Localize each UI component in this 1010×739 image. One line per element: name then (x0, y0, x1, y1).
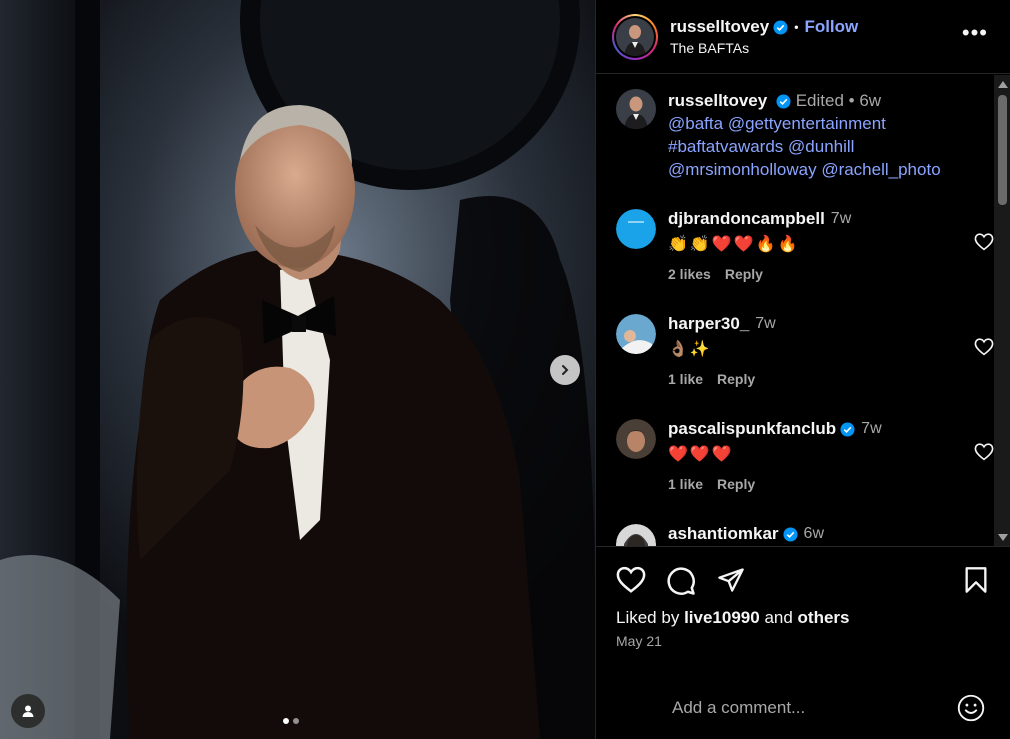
reply-button[interactable]: Reply (725, 266, 763, 282)
reply-button[interactable]: Reply (717, 371, 755, 387)
commenter-avatar[interactable] (616, 524, 656, 547)
post-header: russelltovey • Follow The BAFTAs ••• (596, 0, 1010, 74)
verified-icon (783, 526, 798, 542)
heart-icon[interactable] (974, 338, 994, 356)
share-icon[interactable] (716, 566, 746, 594)
comment-likes[interactable]: 2 likes (668, 266, 711, 282)
liked-by-and: and (764, 608, 793, 627)
post-date[interactable]: May 21 (616, 633, 662, 649)
comment-username[interactable]: ashantiomkar (668, 524, 779, 544)
header-separator: • (794, 20, 799, 34)
commenter-avatar[interactable] (616, 314, 656, 354)
post-side-panel: russelltovey • Follow The BAFTAs ••• rus… (595, 0, 1010, 739)
follow-button[interactable]: Follow (804, 17, 858, 37)
liked-by-user[interactable]: live10990 (684, 608, 760, 627)
mention-link[interactable]: @bafta (668, 114, 723, 133)
post-caption: russelltovey Edited • 6w @bafta @gettyen… (616, 89, 986, 181)
mention-link[interactable]: @rachell_photo (821, 160, 940, 179)
carousel-dot-2 (293, 718, 299, 724)
scroll-down-arrow[interactable] (998, 534, 1008, 541)
comment-username[interactable]: harper30_ (668, 314, 749, 334)
comment-likes[interactable]: 1 like (668, 371, 703, 387)
verified-icon (776, 94, 791, 109)
user-tag-icon (22, 705, 34, 717)
commenter-avatar[interactable] (616, 209, 656, 249)
next-slide-button[interactable] (550, 355, 580, 385)
caption-time: 6w (859, 91, 882, 110)
caption-separator: • (848, 91, 855, 110)
comment-username[interactable]: djbrandoncampbell (668, 209, 825, 229)
comment-icon[interactable] (666, 566, 696, 596)
emoji-icon[interactable] (957, 694, 985, 722)
mention-link[interactable]: @dunhill (788, 137, 854, 156)
post-actions (616, 566, 991, 596)
liked-by: Liked by live10990 and others (616, 608, 850, 628)
comment-time: 7w (861, 420, 882, 437)
comment-composer (596, 677, 1010, 739)
heart-icon[interactable] (974, 233, 994, 251)
photo-image (0, 0, 595, 739)
comment-text: 👌🏽✨ (668, 341, 712, 358)
scroll-thumb[interactable] (998, 95, 1007, 205)
avatar-image (616, 17, 654, 56)
scroll-up-arrow[interactable] (998, 81, 1008, 88)
caption-avatar[interactable] (616, 89, 656, 129)
heart-icon[interactable] (616, 566, 646, 594)
reply-button[interactable]: Reply (717, 476, 755, 492)
comment-item: ashantiomkar 6w (616, 524, 986, 547)
bookmark-icon[interactable] (963, 566, 989, 594)
author-username[interactable]: russelltovey (670, 17, 769, 37)
post-photo[interactable] (0, 0, 595, 739)
post-location[interactable]: The BAFTAs (670, 40, 858, 56)
more-icon: ••• (961, 20, 988, 45)
hashtag-link[interactable]: #baftatvawards (668, 137, 783, 156)
carousel-dots (283, 718, 299, 724)
comment-input[interactable] (672, 696, 932, 720)
user-tag-button[interactable] (11, 694, 45, 728)
verified-icon (840, 421, 855, 437)
comment-username[interactable]: pascalispunkfanclub (668, 419, 836, 439)
caption-username[interactable]: russelltovey (668, 91, 767, 110)
comment-time: 7w (755, 315, 776, 332)
mention-link[interactable]: @mrsimonholloway (668, 160, 817, 179)
carousel-dot-1 (283, 718, 289, 724)
comments-list[interactable]: russelltovey Edited • 6w @bafta @gettyen… (596, 75, 1010, 547)
edited-label: Edited (795, 91, 844, 110)
mention-link[interactable]: @gettyentertainment (728, 114, 886, 133)
comment-time: 6w (803, 525, 824, 542)
commenter-avatar[interactable] (616, 419, 656, 459)
chevron-right-icon (562, 365, 569, 375)
more-options-button[interactable]: ••• (962, 22, 988, 44)
liked-by-prefix: Liked by (616, 608, 680, 627)
comment-item: pascalispunkfanclub 7w ❤️❤️❤️ 1 like Rep… (616, 419, 994, 492)
heart-icon[interactable] (974, 443, 994, 461)
comment-item: harper30_ 7w 👌🏽✨ 1 like Reply (616, 314, 994, 387)
comment-likes[interactable]: 1 like (668, 476, 703, 492)
verified-icon (773, 19, 788, 35)
comment-text: 👏👏❤️❤️🔥🔥 (668, 236, 800, 253)
comments-scrollbar[interactable] (994, 75, 1010, 546)
comment-time: 7w (830, 210, 852, 227)
liked-by-others[interactable]: others (798, 608, 850, 627)
comment-item: djbrandoncampbell 7w 👏👏❤️❤️🔥🔥 2 likes Re… (616, 209, 994, 282)
author-avatar[interactable] (612, 13, 658, 60)
comment-text: ❤️❤️❤️ (668, 446, 734, 463)
